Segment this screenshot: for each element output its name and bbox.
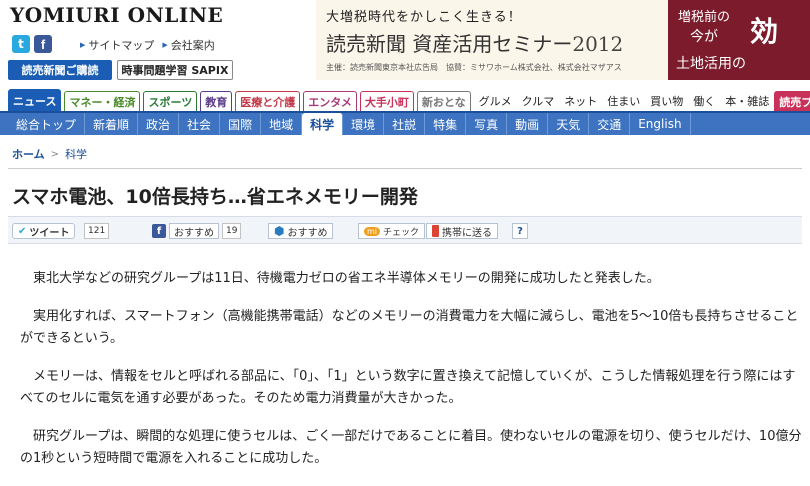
breadcrumb: ホーム > 科学 (12, 146, 87, 162)
tweet-count: 121 (84, 223, 110, 239)
mixi-check-label: チェック (383, 227, 420, 238)
ad-headline: 読売新聞 資産活用セミナー2012 (326, 32, 624, 56)
send-to-mobile-label: 携帯に送る (442, 227, 492, 239)
company-link[interactable]: 会社案内 (162, 37, 215, 53)
category-tab[interactable]: 教育 (200, 91, 233, 111)
hexagon-icon: ⬢ (274, 224, 285, 238)
ad-right-line1: 増税前の (678, 10, 731, 25)
facebook-recommend-label: おすすめ (169, 223, 219, 239)
category-tab[interactable]: マネー・経済 (64, 91, 141, 111)
section-nav-item[interactable]: 交通 (589, 113, 631, 135)
article-body: 東北大学などの研究グループは11日、待機電力ゼロの省エネ半導体メモリーの開発に成… (20, 268, 802, 486)
section-nav-item[interactable]: 動画 (507, 113, 549, 135)
social-icons: t f (12, 35, 52, 53)
hatena-recommend-button[interactable]: ⬢ おすすめ (268, 223, 334, 239)
site-logo[interactable]: YOMIURI ONLINE (10, 3, 223, 27)
ad-right-panel: 増税前の 今が 効 土地活用の (668, 0, 810, 80)
tweet-button[interactable]: ✔ ツイート (12, 223, 76, 239)
category-tabs: ニュース マネー・経済 スポーツ 教育 医療と介護 エンタメ 大手小町 新おとな グルメ クルマネ… (0, 89, 810, 111)
section-nav-item[interactable]: 総合トップ (8, 113, 86, 135)
section-nav-item[interactable]: 地域 (261, 113, 303, 135)
tweet-label: ツイート (29, 227, 70, 239)
hatena-recommend-label: おすすめ (287, 227, 328, 239)
ad-sponsors: 主催：読売新聞東京本社広告局 協賛：ミサワホーム株式会社、株式会社マザアス (326, 63, 622, 72)
category-tab[interactable]: スポーツ (143, 91, 198, 111)
article-paragraph: 東北大学などの研究グループは11日、待機電力ゼロの省エネ半導体メモリーの開発に成… (33, 271, 660, 286)
article-paragraph: 実用化すれば、スマートフォン（高機能携帯電話）などのメモリーの消費電力を大幅に減… (20, 309, 799, 346)
ad-right-big: 効 (750, 15, 779, 48)
ad-right-line3: 土地活用の (676, 56, 746, 72)
section-nav: 総合トップ 新着順 政治 社会 国際 地域 科学 環境 社説 特集 写真 動画 天気 交通 English (0, 111, 810, 135)
section-nav-item[interactable]: 特集 (425, 113, 467, 135)
site-header: YOMIURI ONLINE t f サイトマップ 会社案内 読売新聞ご購読 時… (0, 0, 810, 86)
facebook-recommend-button[interactable]: f おすすめ 19 (152, 223, 242, 239)
section-nav-item[interactable]: 新着順 (85, 113, 139, 135)
category-link[interactable]: 住まい (602, 91, 645, 111)
tweet-count-value: 121 (84, 223, 110, 239)
mixi-icon: mi (364, 226, 381, 236)
help-button[interactable]: ? (512, 223, 528, 239)
breadcrumb-separator: > (50, 148, 60, 160)
article-paragraph: 研究グループは、瞬間的な処理に使うセルは、ごく一部だけであることに着目。使わない… (20, 429, 802, 466)
category-link[interactable]: クルマ (517, 91, 560, 111)
section-nav-item[interactable]: 国際 (220, 113, 262, 135)
twitter-icon[interactable]: t (12, 35, 30, 53)
sitemap-link[interactable]: サイトマップ (80, 37, 154, 53)
category-tab[interactable]: 大手小町 (359, 91, 414, 111)
ad-right-line2: 今が (690, 29, 718, 45)
category-link[interactable]: 働く (688, 91, 720, 111)
category-tab[interactable]: ニュース (8, 89, 62, 111)
subscribe-button[interactable]: 読売新聞ご購読 (8, 60, 112, 80)
section-nav-item[interactable]: 政治 (138, 113, 180, 135)
header-links: サイトマップ 会社案内 (80, 37, 215, 53)
twitter-bird-icon: ✔ (18, 225, 27, 237)
breadcrumb-current[interactable]: 科学 (65, 146, 87, 162)
mobile-phone-icon (432, 225, 439, 237)
sapix-button[interactable]: 時事問題学習 SAPIX (117, 60, 233, 80)
section-nav-item[interactable]: 写真 (466, 113, 508, 135)
send-to-mobile-button[interactable]: 携帯に送る (426, 223, 498, 239)
category-link[interactable]: 本・雑誌 (720, 91, 774, 111)
category-link[interactable]: グルメ (474, 91, 517, 111)
facebook-icon: f (152, 224, 166, 238)
facebook-count: 19 (222, 223, 242, 239)
section-nav-item[interactable]: 科学 (302, 113, 344, 135)
article-title: スマホ電池、10倍長持ち…省エネメモリー開発 (12, 186, 418, 208)
section-nav-item[interactable]: 環境 (343, 113, 385, 135)
share-bar: ✔ ツイート 121 f おすすめ 19 ⬢ おすすめ mi チェック 携帯に送… (8, 216, 802, 244)
category-link[interactable]: 買い物 (645, 91, 688, 111)
section-nav-item[interactable]: 天気 (548, 113, 590, 135)
facebook-icon[interactable]: f (34, 35, 52, 53)
divider (8, 168, 802, 169)
article-paragraph: メモリーは、情報をセルと呼ばれる部品に、「0」、「1」という数字に置き換えて記憶… (20, 369, 796, 406)
section-nav-item[interactable]: 社会 (179, 113, 221, 135)
section-nav-item[interactable]: 社説 (384, 113, 426, 135)
mixi-check-button[interactable]: mi チェック (358, 223, 426, 239)
category-tab-premium[interactable]: 読売プレ (774, 91, 810, 111)
breadcrumb-home[interactable]: ホーム (12, 146, 45, 162)
category-link[interactable]: ネット (559, 91, 602, 111)
category-tab[interactable]: エンタメ (303, 91, 357, 111)
category-tab[interactable]: 新おとな (416, 91, 471, 111)
banner-ad[interactable]: 大増税時代をかしこく生きる！ 読売新聞 資産活用セミナー2012 主催：読売新聞… (316, 0, 810, 80)
section-nav-item[interactable]: English (630, 113, 691, 135)
ad-tagline: 大増税時代をかしこく生きる！ (326, 10, 522, 25)
category-tab[interactable]: 医療と介護 (235, 91, 301, 111)
